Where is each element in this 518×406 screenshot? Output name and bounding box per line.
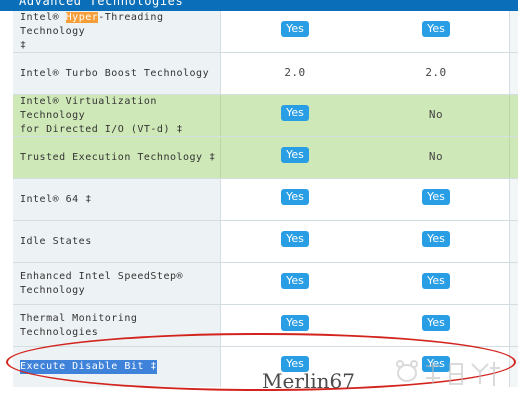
table-row: Intel® Hyper-Threading Technology ‡ Yes … — [13, 11, 518, 53]
row-label-cell: Intel® Hyper-Threading Technology ‡ — [13, 11, 221, 52]
yes-badge: Yes — [281, 146, 309, 163]
table-row: Idle States Yes Yes — [13, 221, 518, 263]
yes-badge: Yes — [422, 314, 450, 331]
baidu-jingyan-logo-icon — [396, 360, 500, 386]
yes-badge: Yes — [422, 272, 450, 289]
row-label-cell: Intel® Virtualization Technology for Dir… — [13, 95, 221, 136]
right-column-edge — [509, 347, 518, 387]
value-cell-1: Yes — [221, 305, 369, 346]
yes-badge: Yes — [422, 188, 450, 205]
spec-table: Intel® Hyper-Threading Technology ‡ Yes … — [13, 11, 518, 387]
row-label-cell: Intel® Turbo Boost Technology — [13, 53, 221, 94]
value-cell-2: Yes — [369, 221, 503, 262]
value-cell-2: Yes — [369, 11, 503, 52]
value-text: No — [428, 150, 444, 163]
right-column-edge — [509, 305, 518, 346]
row-label: Trusted Execution Technology ‡ — [20, 151, 216, 163]
value-cell-1: Yes — [221, 263, 369, 304]
author-watermark: Merlin67 — [262, 369, 355, 393]
row-label: Intel® Hyper-Threading Technology ‡ — [20, 11, 164, 51]
right-column-edge — [509, 221, 518, 262]
value-cell-1: Yes — [221, 137, 369, 178]
row-label-cell: Execute Disable Bit ‡ — [13, 347, 221, 387]
row-label-cell: Trusted Execution Technology ‡ — [13, 137, 221, 178]
table-row: Intel® Virtualization Technology for Dir… — [13, 95, 518, 137]
yes-badge: Yes — [281, 272, 309, 289]
table-row: Thermal Monitoring Technologies Yes Yes — [13, 305, 518, 347]
value-cell-1: 2.0 — [221, 53, 369, 94]
row-label-cell: Idle States — [13, 221, 221, 262]
value-text: 2.0 — [425, 66, 447, 79]
right-column-edge — [509, 53, 518, 94]
value-cell-1: Yes — [221, 95, 369, 136]
value-cell-2: No — [369, 95, 503, 136]
yes-badge: Yes — [281, 314, 309, 331]
value-cell-2: Yes — [369, 263, 503, 304]
right-column-edge — [509, 11, 518, 52]
value-cell-2: 2.0 — [369, 53, 503, 94]
section-title: Advanced Technologies — [19, 0, 184, 8]
selected-row-label[interactable]: Execute Disable Bit ‡ — [20, 360, 157, 374]
table-row: Enhanced Intel SpeedStep® Technology Yes… — [13, 263, 518, 305]
value-cell-1: Yes — [221, 179, 369, 220]
search-highlight: Hyper — [65, 11, 99, 23]
table-row: Intel® 64 ‡ Yes Yes — [13, 179, 518, 221]
row-label: Intel® Virtualization Technology for Dir… — [20, 95, 184, 135]
value-text: 2.0 — [284, 66, 306, 79]
value-cell-1: Yes — [221, 221, 369, 262]
row-label-cell: Thermal Monitoring Technologies — [13, 305, 221, 346]
right-column-edge — [509, 263, 518, 304]
row-label: Thermal Monitoring Technologies — [20, 312, 138, 338]
yes-badge: Yes — [281, 104, 309, 121]
table-row: Intel® Turbo Boost Technology 2.0 2.0 — [13, 53, 518, 95]
value-cell-2: Yes — [369, 179, 503, 220]
value-cell-2: No — [369, 137, 503, 178]
yes-badge: Yes — [422, 230, 450, 247]
value-cell-1: Yes — [221, 11, 369, 52]
table-row: Trusted Execution Technology ‡ Yes No — [13, 137, 518, 179]
right-column-edge — [509, 137, 518, 178]
section-header: Advanced Technologies — [0, 0, 518, 11]
value-cell-2: Yes — [369, 305, 503, 346]
row-label: Enhanced Intel SpeedStep® Technology — [20, 270, 184, 296]
right-column-edge — [509, 95, 518, 136]
value-text: No — [428, 108, 444, 121]
right-column-edge — [509, 179, 518, 220]
row-label: Idle States — [20, 235, 92, 247]
yes-badge: Yes — [422, 20, 450, 37]
yes-badge: Yes — [281, 230, 309, 247]
yes-badge: Yes — [281, 20, 309, 37]
row-label: Intel® 64 ‡ — [20, 193, 92, 205]
row-label: Intel® Turbo Boost Technology — [20, 67, 210, 79]
row-label-cell: Enhanced Intel SpeedStep® Technology — [13, 263, 221, 304]
yes-badge: Yes — [281, 188, 309, 205]
row-label-cell: Intel® 64 ‡ — [13, 179, 221, 220]
